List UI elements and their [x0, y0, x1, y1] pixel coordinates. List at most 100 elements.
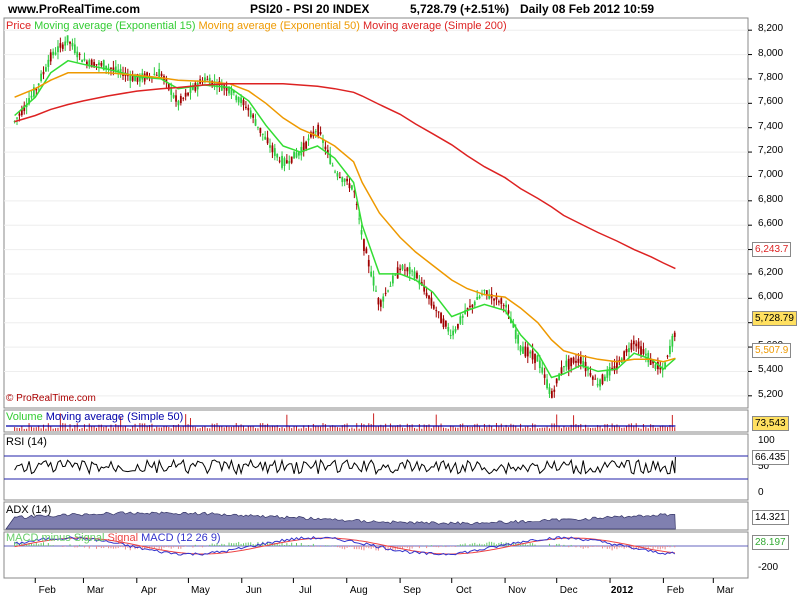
price-bar-body: [505, 304, 508, 308]
price-bar-body: [336, 173, 339, 177]
price-bar-body: [114, 66, 117, 71]
price-bar-body: [100, 62, 103, 66]
ema50-price-label: 5,507.9: [752, 343, 792, 358]
price-bar-body: [435, 310, 438, 312]
price-bar-body: [432, 304, 435, 309]
x-tick-label: Jun: [245, 585, 262, 596]
volume-label-b: Moving average (Simple 50): [45, 411, 184, 423]
price-bar-body: [305, 141, 308, 149]
price-bar-body: [399, 268, 401, 271]
site-title[interactable]: www.ProRealTime.com: [8, 2, 140, 16]
price-bar-body: [411, 270, 414, 272]
price-bar-body: [394, 274, 397, 276]
price-bar-body: [30, 95, 33, 98]
price-bar-body: [261, 133, 264, 135]
price-bar-body: [500, 298, 503, 304]
x-tick-label: Aug: [349, 585, 368, 596]
price-bar-body: [283, 158, 286, 166]
copyright: © ProRealTime.com: [6, 393, 96, 404]
x-tick-label: May: [190, 585, 210, 596]
price-bar-body: [514, 329, 517, 339]
price-bar-body: [522, 346, 524, 354]
price-bar-body: [314, 131, 317, 133]
price-bar-body: [40, 73, 43, 81]
price-bar-body: [259, 127, 262, 133]
price-bar-body: [110, 67, 112, 69]
price-bar-body: [57, 46, 59, 53]
legend-ema15: Moving average (Exponential 15): [34, 20, 196, 32]
rsi-label: RSI (14): [6, 436, 47, 448]
x-tick-label: Mar: [716, 585, 734, 596]
macd-label-b: Signal: [107, 532, 139, 544]
price-bar-body: [538, 360, 541, 369]
price-bar-body: [37, 83, 40, 86]
price-bar-body: [404, 269, 406, 271]
price-bar-body: [288, 160, 291, 164]
x-tick-label: Nov: [508, 585, 526, 596]
price-bar-body: [654, 364, 657, 369]
chart-canvas: [0, 0, 800, 600]
price-bar-body: [290, 156, 293, 163]
x-tick-label: Oct: [455, 585, 472, 596]
price-bar-body: [666, 355, 669, 357]
price-bar-body: [546, 379, 548, 389]
price-bar-body: [324, 146, 327, 150]
price-bar-body: [244, 106, 247, 108]
rsi-panel[interactable]: [3, 433, 749, 501]
price-tick-label: 6,600: [758, 218, 784, 230]
price-bar-body: [95, 64, 98, 66]
price-bar-body: [281, 155, 283, 168]
price-bar-body: [483, 289, 486, 291]
price-bar-body: [179, 95, 182, 104]
price-bar-body: [266, 137, 269, 144]
price-bar-body: [563, 365, 565, 368]
price-bar-body: [341, 177, 344, 183]
price-bar-body: [531, 350, 534, 360]
price-tick-label: 8,200: [758, 23, 784, 35]
legend-sma200: Moving average (Simple 200): [362, 20, 507, 32]
price-bar-body: [413, 271, 416, 279]
price-bar-body: [572, 357, 575, 363]
price-bar-body: [524, 346, 527, 357]
price-bar-body: [346, 178, 348, 182]
price-bar-body: [175, 95, 177, 102]
price-bar-body: [440, 312, 442, 324]
price-bar-body: [45, 67, 47, 72]
price-bar-body: [599, 379, 601, 387]
price-bar-body: [206, 79, 209, 81]
price-bar-body: [269, 145, 271, 148]
price-bar-body: [502, 305, 505, 307]
price-bar-body: [517, 334, 520, 344]
price-bar-body: [401, 265, 404, 270]
macd-value: 28.197: [752, 535, 789, 550]
price-bar-body: [391, 275, 394, 284]
volume-label-a: Volume: [6, 411, 43, 423]
price-bar-body: [577, 358, 580, 363]
price-bar-body: [107, 67, 110, 69]
macd-label-a: MACD minus Signal: [6, 532, 105, 544]
price-bar-body: [387, 290, 389, 292]
instrument-title: PSI20 - PSI 20 INDEX: [250, 2, 370, 16]
price-bar-body: [71, 42, 74, 47]
price-bar-body: [379, 300, 382, 307]
price-bar-body: [334, 171, 336, 173]
price-bar-body: [47, 59, 50, 67]
period-label: Daily 08 Feb 2012 10:59: [520, 2, 655, 16]
legend-price: Price: [6, 20, 32, 32]
price-bar-body: [81, 59, 83, 63]
price-bar-body: [172, 94, 175, 98]
price-bar-body: [543, 374, 546, 378]
price-bar-body: [317, 124, 320, 137]
rsi-tick-100: 100: [758, 435, 775, 446]
price-tick-label: 7,800: [758, 71, 784, 83]
price-bar-body: [249, 110, 252, 118]
x-tick-label: Sep: [403, 585, 421, 596]
price-bar-body: [575, 360, 577, 363]
price-bar-body: [351, 185, 353, 190]
price-bar-body: [98, 62, 100, 66]
price-bar-body: [83, 58, 86, 61]
price-bar-body: [437, 311, 440, 313]
price-bar-body: [594, 378, 597, 380]
price-bar-body: [416, 272, 418, 279]
adx-label: ADX (14): [6, 504, 52, 516]
